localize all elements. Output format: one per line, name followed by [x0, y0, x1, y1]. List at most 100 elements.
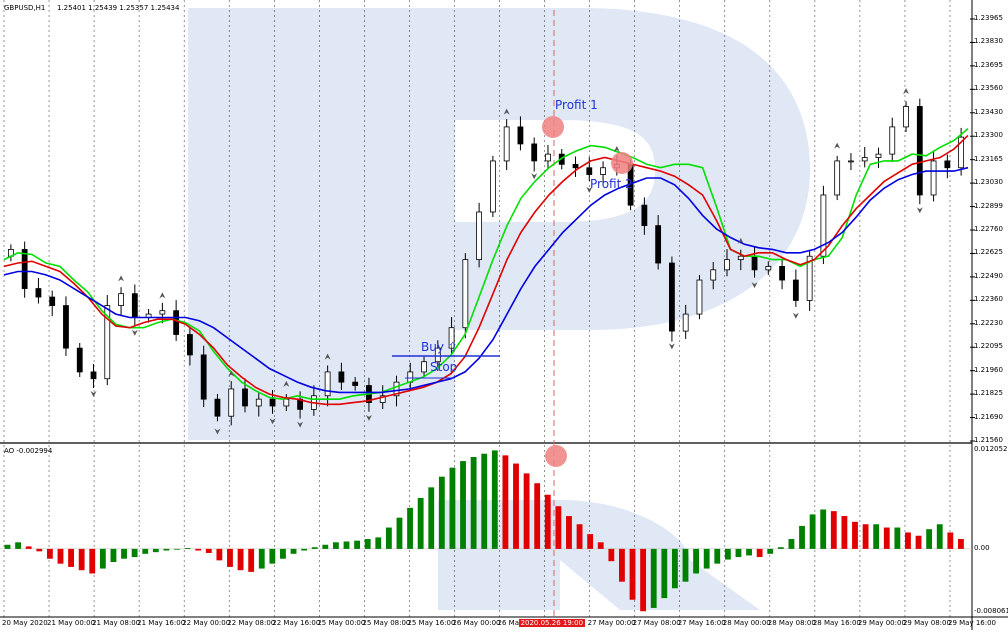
candle-bear [187, 334, 193, 356]
ao-bar [15, 542, 22, 549]
time-tick-label: 29 May 00:00 [857, 619, 906, 627]
candle-bear [76, 347, 83, 373]
ao-bar [227, 548, 233, 567]
candle-bull [861, 157, 868, 162]
time-tick-label: 29 May 08:00 [902, 619, 951, 627]
ao-bar [682, 548, 689, 582]
candle-bear [49, 296, 56, 306]
candle-bear [63, 305, 69, 349]
ao-bar [174, 548, 180, 550]
ao-bar [502, 455, 509, 549]
ao-bar [46, 548, 53, 559]
candle-bull [903, 106, 909, 128]
ao-bar [523, 473, 530, 549]
ao-bar [25, 546, 32, 549]
chart-canvas[interactable] [0, 0, 1008, 630]
ao-bar [629, 548, 636, 600]
ao-bar [799, 525, 805, 549]
candle-bull [875, 153, 882, 158]
time-tick-label: 20 May 2020 [2, 619, 48, 627]
ao-bar [671, 548, 678, 589]
ao-bar [883, 527, 890, 549]
watermark-logo [188, 8, 810, 610]
ao-bar [396, 517, 403, 549]
price-tick-label: 1.23695 [974, 60, 1003, 69]
ao-bar [619, 548, 625, 582]
ao-bar [343, 541, 350, 549]
ao-bar [78, 548, 85, 571]
ao-bar [4, 544, 11, 549]
ao-bar [205, 548, 212, 553]
ao-bar [385, 527, 392, 549]
time-tick-label: 27 May 16:00 [677, 619, 726, 627]
fractal-down-icon [531, 173, 538, 180]
time-tick-label: 28 May 00:00 [722, 619, 771, 627]
ao-bar [777, 547, 784, 549]
candle-bull [889, 126, 896, 155]
candle-bear [90, 371, 97, 380]
ao-bar [99, 548, 106, 569]
ao-bar [566, 516, 572, 549]
ao-bar [756, 548, 763, 558]
ao-bar [915, 535, 922, 549]
price-tick-label: 1.22760 [974, 225, 1003, 233]
fractal-down-icon [90, 391, 97, 398]
ao-bar [417, 498, 424, 549]
candle-bull [503, 126, 510, 162]
fractal-down-icon [916, 207, 923, 214]
time-tick-label: 25 May 08:00 [362, 619, 411, 627]
candle-bull [324, 371, 331, 397]
ao-bar [354, 540, 361, 549]
ao-bar [608, 548, 615, 562]
candle-bull [765, 266, 772, 271]
ao-label: AO -0.002994 [4, 447, 53, 455]
candle-bull [737, 255, 744, 261]
price-tick-label: 1.23965 [974, 14, 1003, 22]
ao-bar [555, 506, 562, 549]
time-tick-label: 29 May 16:00 [948, 619, 997, 627]
time-tick-label: 25 May 00:00 [317, 619, 366, 627]
candle-bear [21, 249, 28, 289]
ao-bar [322, 544, 329, 549]
price-tick-label: 1.23430 [974, 107, 1003, 116]
candle-bull [228, 388, 235, 417]
trading-chart-window: GBPUSD,H1 1.25401 1.25439 1.25357 1.2543… [0, 0, 1008, 630]
time-tick-label: 28 May 08:00 [767, 619, 816, 627]
stop-annotation: Stop [430, 360, 458, 374]
ao-bar [364, 539, 371, 549]
fractal-down-icon [792, 312, 799, 319]
ao-bar [438, 476, 445, 549]
profit2-annotation: Profit 2 [590, 177, 633, 191]
candle-bull [820, 194, 827, 257]
ao-bar [195, 548, 202, 551]
fractal-down-icon [668, 343, 675, 350]
candle-bull [545, 153, 551, 162]
ao-bar [89, 548, 96, 574]
time-tick-label: 27 May 00:00 [587, 619, 636, 627]
ohlc-label: 1.25401 1.25439 1.25357 1.25434 [57, 4, 180, 12]
ao-bar [428, 487, 435, 549]
candle-bull [600, 167, 606, 175]
price-tick-label: 1.23030 [974, 178, 1003, 187]
candle-bear [916, 106, 923, 196]
candle-bear [779, 266, 785, 281]
price-tick-label: 1.23300 [974, 131, 1003, 140]
ao-tick-label: -0.008061 [974, 607, 1008, 615]
ao-bar [152, 548, 159, 553]
candle-bull [682, 313, 689, 332]
candle-bear [751, 255, 758, 271]
ao-bar [767, 548, 774, 554]
time-tick-label: 26 May 00:00 [452, 619, 501, 627]
symbol-label: GBPUSD,H1 [4, 4, 46, 12]
candle-bull [462, 259, 469, 329]
candle-bear [352, 381, 359, 386]
candle-bear [669, 262, 675, 332]
ao-tick-label: 0.012052 [974, 445, 1008, 453]
profit2-marker [611, 152, 633, 174]
ao-bar [544, 494, 551, 549]
candle-bull [848, 160, 854, 163]
ao-bar [481, 453, 488, 549]
ao-tick-label: 0.00 [974, 543, 990, 552]
candle-bear [269, 398, 276, 407]
candle-bull [159, 310, 166, 315]
